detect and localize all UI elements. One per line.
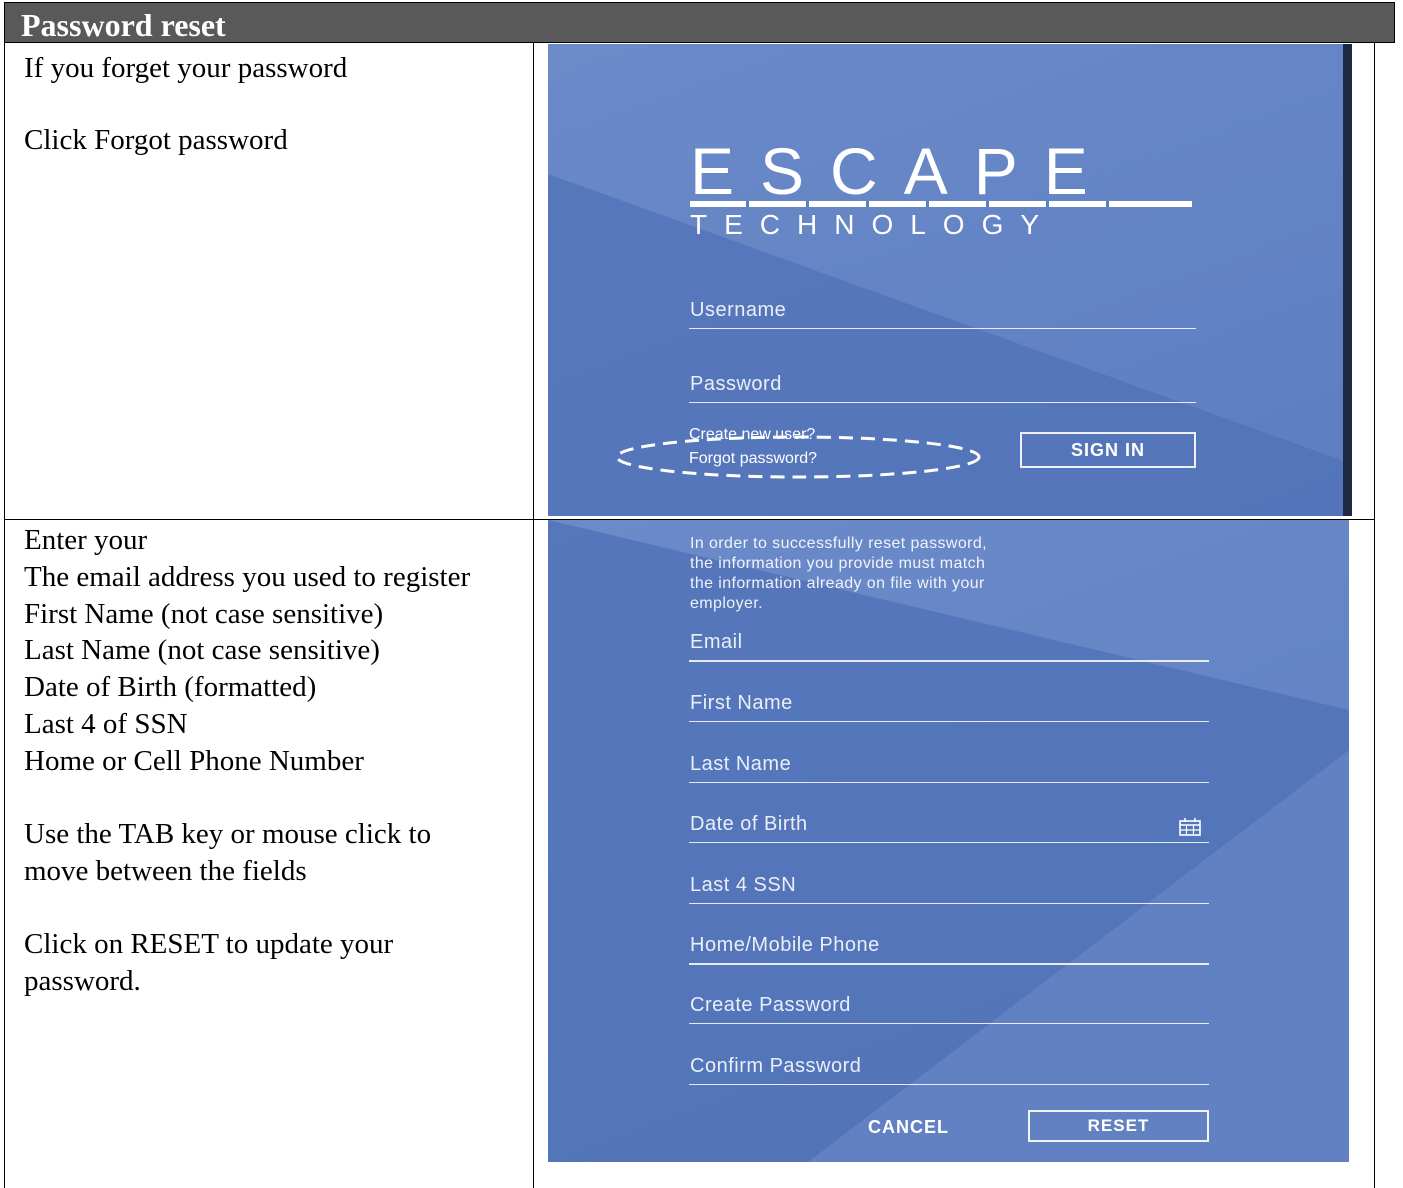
page-title: Password reset: [21, 7, 226, 43]
table-border-middle: [533, 43, 534, 1188]
date-of-birth-placeholder: Date of Birth: [690, 813, 808, 835]
reset-button[interactable]: RESET: [1028, 1110, 1209, 1142]
ssn-field[interactable]: Last 4 SSN: [689, 867, 1209, 904]
instruction-line: The email address you used to register: [24, 561, 471, 593]
notice-line: the information already on file with you…: [690, 575, 985, 592]
instruction-line: Last 4 of SSN: [24, 708, 188, 740]
phone-placeholder: Home/Mobile Phone: [690, 934, 880, 956]
calendar-icon[interactable]: [1179, 818, 1201, 836]
instruction-line: Last Name (not case sensitive): [24, 634, 380, 666]
cancel-button[interactable]: CANCEL: [868, 1117, 949, 1138]
password-placeholder: Password: [690, 373, 782, 395]
first-name-field[interactable]: First Name: [689, 685, 1209, 722]
ssn-placeholder: Last 4 SSN: [690, 874, 797, 896]
instruction-line: If you forget your password: [24, 52, 348, 84]
last-name-placeholder: Last Name: [690, 753, 792, 775]
instruction-line: Click on RESET to update your: [24, 928, 394, 960]
logo-main-text: ESCAPE: [690, 136, 1114, 208]
phone-field[interactable]: Home/Mobile Phone: [689, 927, 1209, 965]
escape-technology-logo: ESCAPE TECHNOLOGY: [690, 136, 1192, 240]
instruction-line: Home or Cell Phone Number: [24, 745, 364, 777]
instruction-line: Click Forgot password: [24, 124, 288, 156]
username-field[interactable]: Username: [689, 292, 1196, 329]
email-placeholder: Email: [690, 631, 743, 653]
password-field[interactable]: Password: [689, 366, 1196, 403]
login-screenshot: ESCAPE TECHNOLOGY Username Password Crea…: [548, 44, 1352, 516]
create-password-field[interactable]: Create Password: [689, 987, 1209, 1024]
create-password-placeholder: Create Password: [690, 994, 851, 1016]
confirm-password-placeholder: Confirm Password: [690, 1055, 862, 1077]
reset-notice: In order to successfully reset password,…: [690, 534, 987, 614]
confirm-password-field[interactable]: Confirm Password: [689, 1048, 1209, 1085]
table-border-left: [4, 43, 5, 1188]
instruction-line: First Name (not case sensitive): [24, 598, 384, 630]
first-name-placeholder: First Name: [690, 692, 793, 714]
logo-sub-text: TECHNOLOGY: [690, 209, 1056, 240]
last-name-field[interactable]: Last Name: [689, 746, 1209, 783]
page-title-bar: Password reset: [4, 2, 1395, 43]
table-border-right: [1374, 43, 1375, 1188]
notice-line: In order to successfully reset password,: [690, 535, 988, 552]
instruction-line: password.: [24, 965, 141, 997]
instruction-line: Use the TAB key or mouse click to: [24, 818, 432, 850]
date-of-birth-field[interactable]: Date of Birth: [689, 806, 1209, 843]
instruction-line: Enter your: [24, 524, 148, 556]
reset-form-screenshot: In order to successfully reset password,…: [548, 520, 1349, 1162]
highlight-ellipse: [615, 435, 981, 479]
username-placeholder: Username: [690, 299, 787, 321]
instruction-line: Date of Birth (formatted): [24, 671, 317, 703]
sign-in-button[interactable]: SIGN IN: [1020, 432, 1196, 468]
notice-line: the information you provide must match: [690, 555, 986, 572]
instruction-line: move between the fields: [24, 855, 307, 887]
email-field[interactable]: Email: [689, 624, 1209, 662]
notice-line: employer.: [690, 595, 763, 612]
